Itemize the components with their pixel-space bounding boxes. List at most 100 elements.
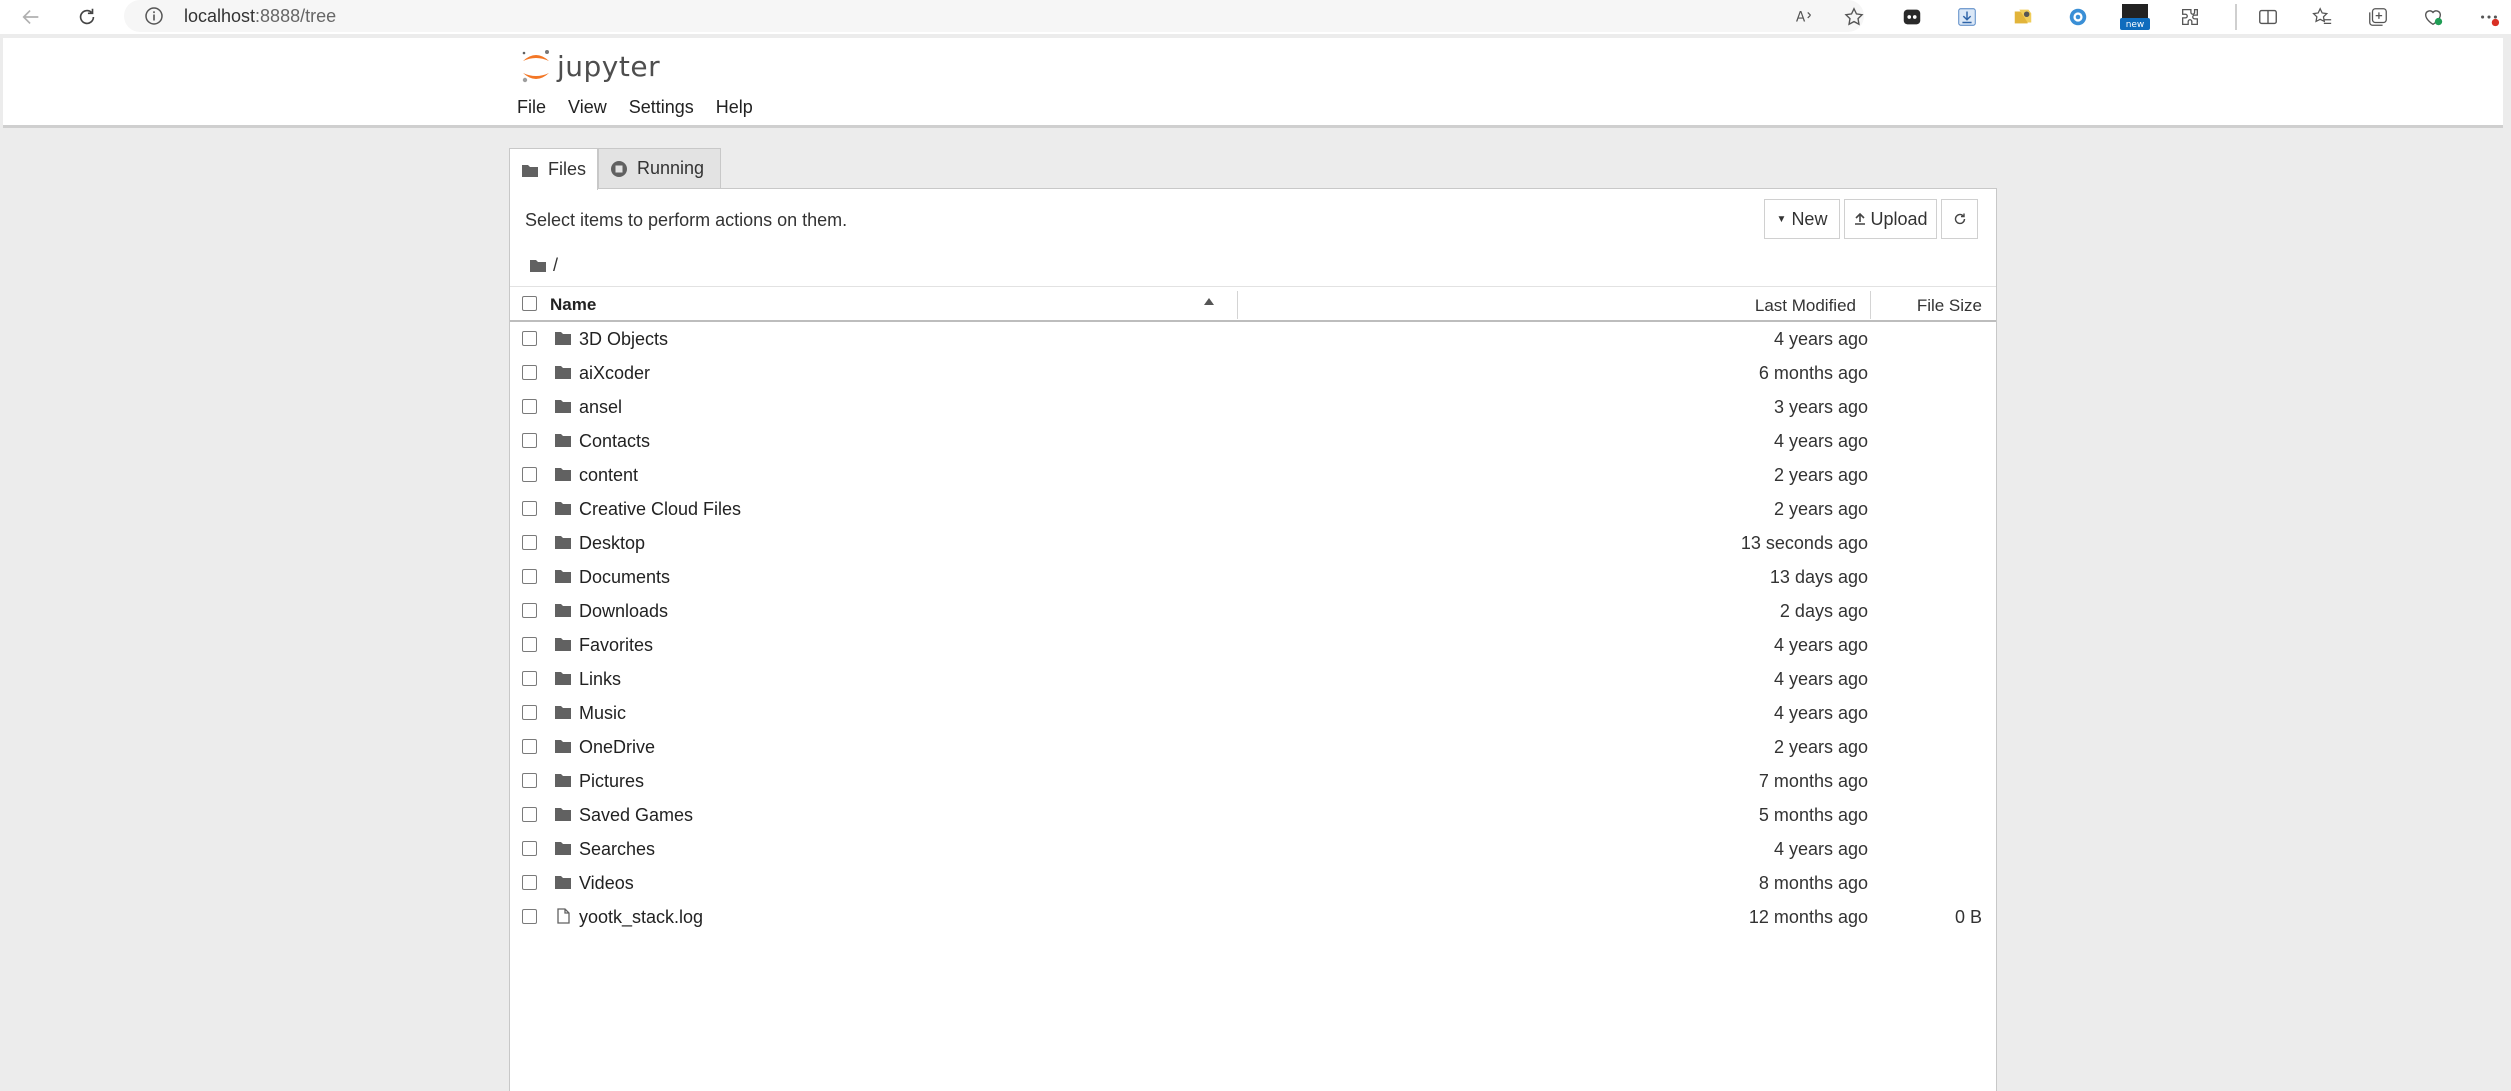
upload-button[interactable]: Upload <box>1844 199 1937 239</box>
sort-ascending-icon[interactable] <box>1204 298 1214 305</box>
file-name[interactable]: content <box>579 465 638 486</box>
row-checkbox[interactable] <box>522 535 537 550</box>
file-name[interactable]: Pictures <box>579 771 644 792</box>
row-checkbox[interactable] <box>522 433 537 448</box>
row-checkbox[interactable] <box>522 501 537 516</box>
folder-icon <box>554 330 572 346</box>
tab-running[interactable]: Running <box>598 148 721 188</box>
column-divider[interactable] <box>1870 291 1871 319</box>
new-button[interactable]: ▼ New <box>1764 199 1840 239</box>
read-aloud-icon[interactable]: A <box>1792 4 1818 30</box>
back-icon[interactable] <box>17 3 45 31</box>
folder-icon <box>522 164 538 177</box>
column-size-header[interactable]: File Size <box>1917 296 1982 316</box>
refresh-list-button[interactable] <box>1941 199 1978 239</box>
breadcrumb-folder-icon[interactable] <box>529 257 547 273</box>
file-row[interactable]: Links 4 years ago <box>510 662 1996 696</box>
file-modified: 2 years ago <box>1773 737 1868 757</box>
menu-settings[interactable]: Settings <box>622 93 701 122</box>
menu-file[interactable]: File <box>510 93 553 122</box>
refresh-icon[interactable] <box>73 3 101 31</box>
url-text[interactable]: localhost:8888/tree <box>184 6 336 27</box>
file-row[interactable]: Creative Cloud Files 2 years ago <box>510 492 1996 526</box>
address-bar[interactable]: localhost:8888/tree <box>124 0 1864 32</box>
extensions-puzzle-icon[interactable] <box>2177 4 2203 30</box>
file-icon <box>554 908 572 924</box>
file-name[interactable]: Favorites <box>579 635 653 656</box>
extension-icon[interactable] <box>1899 4 1925 30</box>
file-row[interactable]: Saved Games 5 months ago <box>510 798 1996 832</box>
file-name[interactable]: Links <box>579 669 621 690</box>
row-checkbox[interactable] <box>522 841 537 856</box>
file-row[interactable]: Searches 4 years ago <box>510 832 1996 866</box>
file-name[interactable]: Contacts <box>579 431 650 452</box>
menu-view[interactable]: View <box>561 93 614 122</box>
file-row[interactable]: ansel 3 years ago <box>510 390 1996 424</box>
row-checkbox[interactable] <box>522 399 537 414</box>
row-checkbox[interactable] <box>522 705 537 720</box>
file-name[interactable]: OneDrive <box>579 737 655 758</box>
row-checkbox[interactable] <box>522 365 537 380</box>
file-row[interactable]: content 2 years ago <box>510 458 1996 492</box>
file-name[interactable]: Desktop <box>579 533 645 554</box>
file-row[interactable]: Contacts 4 years ago <box>510 424 1996 458</box>
row-checkbox[interactable] <box>522 739 537 754</box>
file-row[interactable]: Documents 13 days ago <box>510 560 1996 594</box>
jupyter-logo[interactable]: jupyter <box>519 46 660 86</box>
download-icon[interactable] <box>1954 4 1980 30</box>
row-checkbox[interactable] <box>522 331 537 346</box>
file-row[interactable]: Music 4 years ago <box>510 696 1996 730</box>
favorite-star-icon[interactable] <box>1841 4 1867 30</box>
folder-icon <box>554 704 572 720</box>
row-checkbox[interactable] <box>522 807 537 822</box>
browser-essentials-icon[interactable] <box>2420 4 2446 30</box>
extension-new-icon[interactable]: new <box>2120 4 2150 30</box>
file-name[interactable]: Videos <box>579 873 634 894</box>
collections-icon[interactable] <box>2365 4 2391 30</box>
row-checkbox[interactable] <box>522 909 537 924</box>
row-checkbox[interactable] <box>522 603 537 618</box>
file-row[interactable]: Videos 8 months ago <box>510 866 1996 900</box>
row-checkbox[interactable] <box>522 773 537 788</box>
extension-icon-3[interactable] <box>2065 4 2091 30</box>
extension-icon-2[interactable] <box>2010 4 2036 30</box>
file-name[interactable]: Searches <box>579 839 655 860</box>
select-all-checkbox[interactable] <box>522 296 537 311</box>
file-name[interactable]: Music <box>579 703 626 724</box>
row-checkbox[interactable] <box>522 569 537 584</box>
file-row[interactable]: Desktop 13 seconds ago <box>510 526 1996 560</box>
file-name[interactable]: Downloads <box>579 601 668 622</box>
breadcrumb-root[interactable]: / <box>553 255 558 276</box>
favorites-icon[interactable] <box>2309 4 2335 30</box>
file-row[interactable]: Favorites 4 years ago <box>510 628 1996 662</box>
file-row[interactable]: yootk_stack.log 12 months ago 0 B <box>510 900 1996 934</box>
browser-toolbar: localhost:8888/tree A new <box>0 0 2511 34</box>
file-name[interactable]: Saved Games <box>579 805 693 826</box>
column-divider[interactable] <box>1237 291 1238 319</box>
file-modified: 4 years ago <box>1773 431 1868 451</box>
folder-icon <box>554 840 572 856</box>
file-row[interactable]: 3D Objects 4 years ago <box>510 322 1996 356</box>
file-row[interactable]: Downloads 2 days ago <box>510 594 1996 628</box>
file-name[interactable]: Documents <box>579 567 670 588</box>
file-name[interactable]: 3D Objects <box>579 329 668 350</box>
file-name[interactable]: ansel <box>579 397 622 418</box>
tab-files[interactable]: Files <box>509 148 598 190</box>
file-row[interactable]: Pictures 7 months ago <box>510 764 1996 798</box>
file-row[interactable]: aiXcoder 6 months ago <box>510 356 1996 390</box>
site-info-icon[interactable] <box>144 6 164 26</box>
split-screen-icon[interactable] <box>2255 4 2281 30</box>
row-checkbox[interactable] <box>522 875 537 890</box>
more-icon[interactable] <box>2476 4 2502 30</box>
file-name[interactable]: yootk_stack.log <box>579 907 703 928</box>
row-checkbox[interactable] <box>522 671 537 686</box>
file-row[interactable]: OneDrive 2 years ago <box>510 730 1996 764</box>
file-name[interactable]: Creative Cloud Files <box>579 499 741 520</box>
column-modified-header[interactable]: Last Modified <box>1755 296 1856 316</box>
column-name-header[interactable]: Name <box>550 295 596 315</box>
row-checkbox[interactable] <box>522 467 537 482</box>
row-checkbox[interactable] <box>522 637 537 652</box>
menu-help[interactable]: Help <box>709 93 760 122</box>
tab-files-label: Files <box>548 159 587 179</box>
file-name[interactable]: aiXcoder <box>579 363 650 384</box>
